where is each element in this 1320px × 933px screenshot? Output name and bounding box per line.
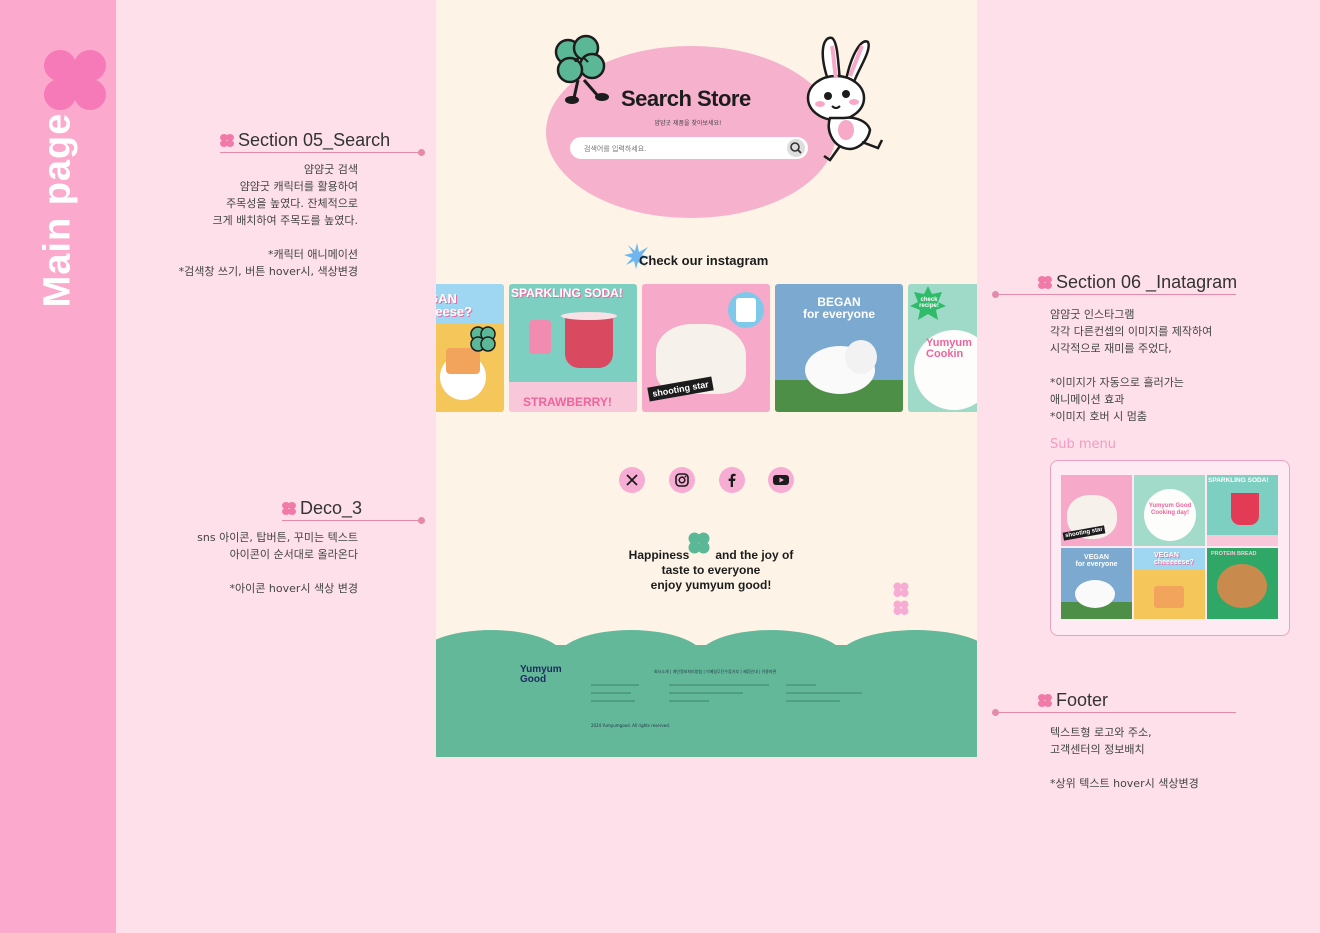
- note-title: Footer: [1056, 690, 1109, 710]
- submenu-tile[interactable]: VEGAN for everyone: [1061, 548, 1132, 619]
- clover-icon: [1038, 694, 1052, 707]
- tile-caption: VEGAN for everyone: [1075, 554, 1118, 568]
- website-mockup: Search Store 얌얌굿 제품을 찾아보세요! Check our in…: [436, 0, 977, 757]
- card-caption: GAN eeese?: [436, 291, 473, 319]
- footer-links[interactable]: 회사소개 | 개인정보처리방침 | 이메일무단수집거부 | 제휴안내 | 이용약…: [654, 669, 776, 675]
- clover-icon: [282, 502, 296, 515]
- tagline: Happiness and the joy of taste to everyon…: [616, 548, 806, 593]
- note-body: 얌얌굿 인스타그램 각각 다른컨셉의 이미지를 제작하여 시각적으로 재미를 주…: [1050, 308, 1213, 423]
- instagram-card[interactable]: SPARKLING SODA! STRAWBERRY!: [509, 284, 637, 412]
- instagram-card[interactable]: check recipe! Yumyum Cookin: [908, 284, 977, 412]
- tagline-line2: taste to everyone: [661, 563, 761, 577]
- note-title: Section 06 _Inatagram: [1056, 272, 1238, 292]
- sns-instagram-button[interactable]: [669, 467, 695, 493]
- facebook-icon: [728, 473, 736, 487]
- clover-character-icon: [554, 34, 609, 104]
- card-caption: BEGAN for everyone: [802, 295, 876, 321]
- instagram-card[interactable]: BEGAN for everyone: [775, 284, 903, 412]
- search-button[interactable]: [787, 139, 805, 157]
- tagline-part2: and the joy of: [715, 548, 794, 562]
- sns-x-button[interactable]: [619, 467, 645, 493]
- card-caption: STRAWBERRY!: [523, 395, 612, 409]
- youtube-icon: [773, 475, 789, 485]
- x-icon: [626, 474, 638, 486]
- card-caption: Yumyum Cookin: [926, 337, 972, 360]
- tile-caption: PROTEIN BREAD: [1211, 551, 1257, 557]
- search-bar: [570, 137, 808, 159]
- submenu-tile[interactable]: PROTEIN BREAD: [1207, 548, 1278, 619]
- note-body: 얌얌굿 검색 얌얌굿 캐릭터를 활용하여 주목성을 높였다. 잔체적으로 크게 …: [178, 163, 358, 278]
- submenu-tile[interactable]: SPARKLING SODA!: [1207, 475, 1278, 546]
- clover-top-icon: [893, 582, 909, 615]
- note-title: Deco_3: [300, 498, 363, 518]
- submenu-tile[interactable]: shooting star: [1061, 475, 1132, 546]
- sns-youtube-button[interactable]: [768, 467, 794, 493]
- clover-icon: [1038, 276, 1052, 289]
- note-body: 텍스트형 로고와 주소, 고객센터의 정보배치 *상위 텍스트 hover시 색…: [1050, 726, 1199, 790]
- bunny-character-icon: [806, 36, 884, 162]
- tile-caption: SPARKLING SODA!: [1208, 477, 1269, 484]
- search-subtitle: 얌얌굿 제품을 찾아보세요!: [654, 120, 722, 127]
- tile-caption: Yumyum Good Cooking day!: [1148, 503, 1192, 516]
- instagram-card[interactable]: GAN eeese?: [436, 284, 504, 412]
- footer-copyright: 2024 Yumyumgood. All rights reserved.: [591, 723, 671, 728]
- clover-character-icon: [470, 326, 496, 352]
- search-title: Search Store: [621, 86, 751, 111]
- tagline-part1: Happiness: [628, 548, 690, 562]
- footer-info-col1: [591, 684, 671, 708]
- instagram-card[interactable]: shooting star: [642, 284, 770, 412]
- sns-facebook-button[interactable]: [719, 467, 745, 493]
- search-input[interactable]: [582, 140, 776, 158]
- submenu-tile[interactable]: Yumyum Good Cooking day!: [1134, 475, 1205, 546]
- clover-icon: [220, 134, 234, 147]
- footer-logo-line2: Good: [520, 674, 547, 685]
- search-icon: [790, 142, 802, 154]
- instagram-title: Check our instagram: [639, 253, 769, 268]
- note-title: Section 05_Search: [238, 130, 391, 150]
- note-body: sns 아이콘, 탑버튼, 꾸미는 텍스트 아이콘이 순서대로 올라온다 *아이…: [197, 531, 358, 595]
- tagline-line3: enjoy yumyum good!: [650, 578, 772, 592]
- sidebar: Main page: [0, 0, 116, 933]
- footer-logo[interactable]: Yumyum Good: [520, 665, 562, 685]
- card-caption: SPARKLING SODA!: [511, 286, 623, 300]
- top-button[interactable]: [893, 582, 909, 616]
- card-caption: check recipe!: [919, 297, 939, 309]
- footer-info-col3: [786, 684, 866, 708]
- clover-logo-icon: [44, 50, 106, 110]
- submenu-tile[interactable]: VEGAN cheeeeese?: [1134, 548, 1205, 619]
- submenu-label: Sub menu: [1050, 437, 1117, 452]
- footer-info-col2: [669, 684, 779, 708]
- tile-caption: VEGAN cheeeeese?: [1154, 552, 1194, 566]
- submenu-preview: shooting star Yumyum Good Cooking day! S…: [1050, 460, 1290, 636]
- sidebar-title: Main page: [36, 112, 79, 308]
- instagram-icon: [675, 473, 689, 487]
